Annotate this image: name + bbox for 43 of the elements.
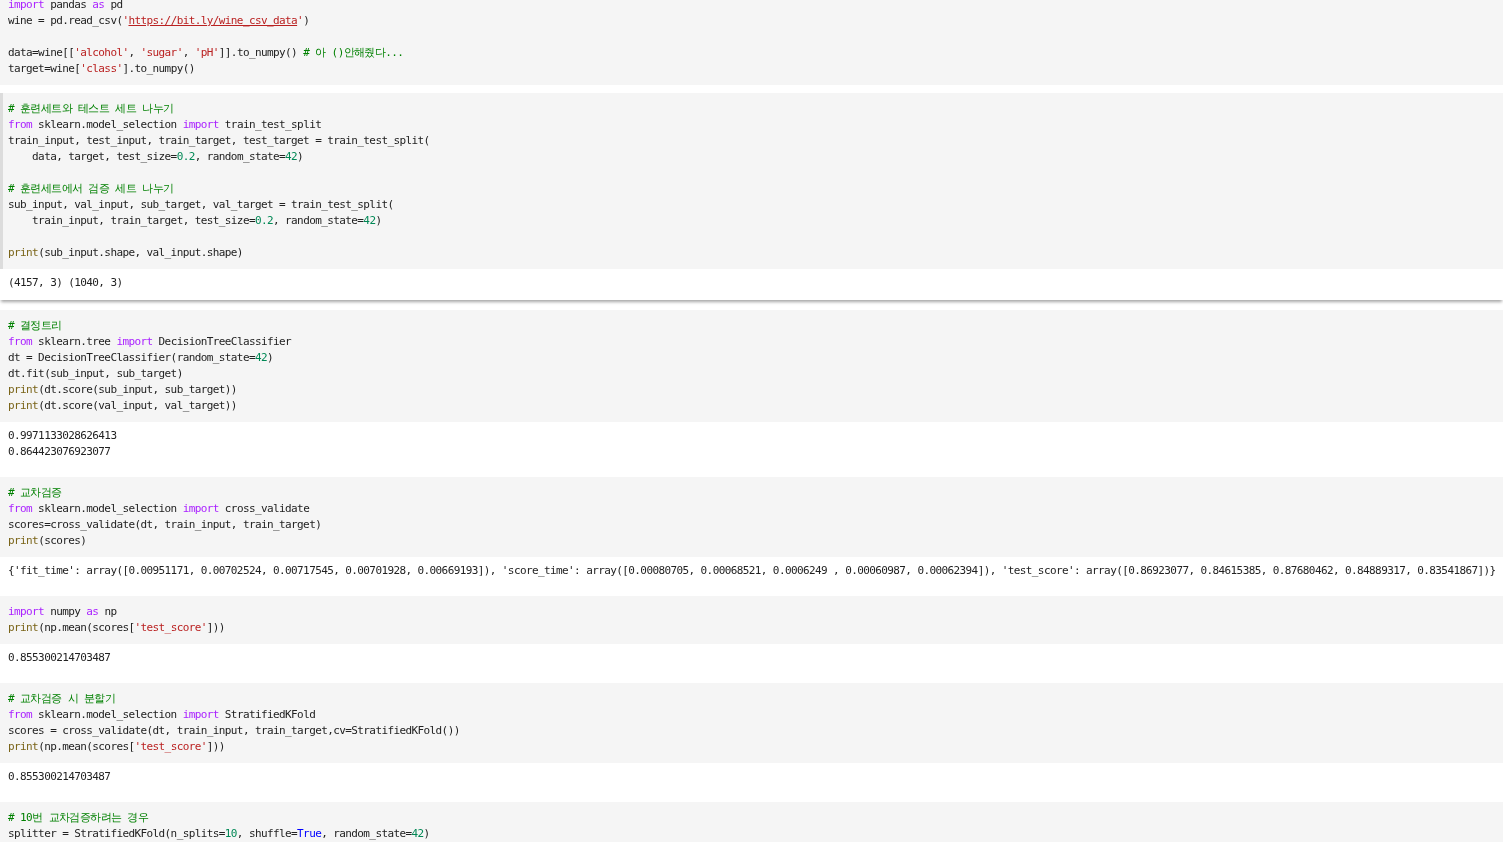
code-line: # 훈련세트에서 검증 세트 나누기 xyxy=(8,181,174,197)
code-line: # 훈련세트와 테스트 세트 나누기 xyxy=(8,101,174,117)
code-cell[interactable]: # 10번 교차검증하려는 경우 splitter = StratifiedKFold(n_splits=10, shuffle=True, random_state=42) xyxy=(0,802,1503,842)
code-line: target=wine['class'].to_numpy() xyxy=(8,61,195,77)
output-line: 0.855300214703487 xyxy=(8,650,111,666)
output-line: 0.855300214703487 xyxy=(8,769,111,785)
code-line: import numpy as np xyxy=(8,604,117,620)
code-cell[interactable]: # 교차검증 from sklearn.model_selection import cross_validate scores=cross_validate(dt, train_input, train_target) print(scores) xyxy=(0,477,1503,557)
code-line: # 10번 교차검증하려는 경우 xyxy=(8,810,149,826)
code-line: splitter = StratifiedKFold(n_splits=10, shuffle=True, random_state=42) xyxy=(8,826,430,842)
code-line: train_input, test_input, train_target, test_target = train_test_split( xyxy=(8,133,430,149)
code-line: import pandas as pd xyxy=(8,0,123,13)
output-line: 0.864423076923077 xyxy=(8,444,111,460)
code-cell[interactable]: import numpy as np print(np.mean(scores['test_score'])) xyxy=(0,596,1503,644)
code-line: wine = pd.read_csv('https://bit.ly/wine_csv_data') xyxy=(8,13,310,29)
code-line: print(scores) xyxy=(8,533,87,549)
code-line: print(dt.score(val_input, val_target)) xyxy=(8,398,237,414)
code-line: train_input, train_target, test_size=0.2, random_state=42) xyxy=(31,213,382,229)
url-link[interactable]: https://bit.ly/wine_csv_data xyxy=(128,14,298,27)
code-line: from sklearn.model_selection import StratifiedKFold xyxy=(8,707,316,723)
output-line: {'fit_time': array([0.00951171, 0.00702524, 0.00717545, 0.00701928, 0.00669193]), 'score_time': array([0.00080705, 0.00068521, 0.0006249 , 0.00060987, 0.00062394]), 'test_score': array([0.86923077, 0.84615385, 0.87680462, 0.84889317, 0.83541867])} xyxy=(8,563,1496,579)
code-line: from sklearn.model_selection import cross_validate xyxy=(8,501,310,517)
code-line: from sklearn.tree import DecisionTreeClassifier xyxy=(8,334,292,350)
code-cell[interactable]: import pandas as pd wine = pd.read_csv('https://bit.ly/wine_csv_data') data=wine[['alcohol', 'sugar', 'pH']].to_numpy() # 아 ()안해줬다... target=wine['class'].to_numpy() xyxy=(0,0,1503,85)
code-line: scores=cross_validate(dt, train_input, train_target) xyxy=(8,517,322,533)
code-line: # 교차검증 xyxy=(8,485,62,501)
code-line: dt.fit(sub_input, sub_target) xyxy=(8,366,183,382)
code-line: data, target, test_size=0.2, random_state=42) xyxy=(31,149,304,165)
code-line: print(np.mean(scores['test_score'])) xyxy=(8,620,225,636)
code-line: # 교차검증 시 분할기 xyxy=(8,691,116,707)
output-line: (4157, 3) (1040, 3) xyxy=(8,275,123,291)
code-cell[interactable]: # 교차검증 시 분할기 from sklearn.model_selection import StratifiedKFold scores = cross_validate(dt, train_input, train_target,cv=StratifiedKFold()) print(np.mean(scores['test_score'])) xyxy=(0,683,1503,763)
code-line: print(dt.score(sub_input, sub_target)) xyxy=(8,382,237,398)
code-line: print(sub_input.shape, val_input.shape) xyxy=(8,245,243,261)
output-line: 0.9971133028626413 xyxy=(8,428,117,444)
code-line: data=wine[['alcohol', 'sugar', 'pH']].to_numpy() # 아 ()안해줬다... xyxy=(8,45,404,61)
code-line: print(np.mean(scores['test_score'])) xyxy=(8,739,225,755)
code-line: scores = cross_validate(dt, train_input, train_target,cv=StratifiedKFold()) xyxy=(8,723,460,739)
code-line: dt = DecisionTreeClassifier(random_state=42) xyxy=(8,350,273,366)
code-line: from sklearn.model_selection import train_test_split xyxy=(8,117,322,133)
code-line: # 결정트리 xyxy=(8,318,62,334)
code-line: sub_input, val_input, sub_target, val_target = train_test_split( xyxy=(8,197,394,213)
code-cell[interactable] xyxy=(0,93,1503,269)
